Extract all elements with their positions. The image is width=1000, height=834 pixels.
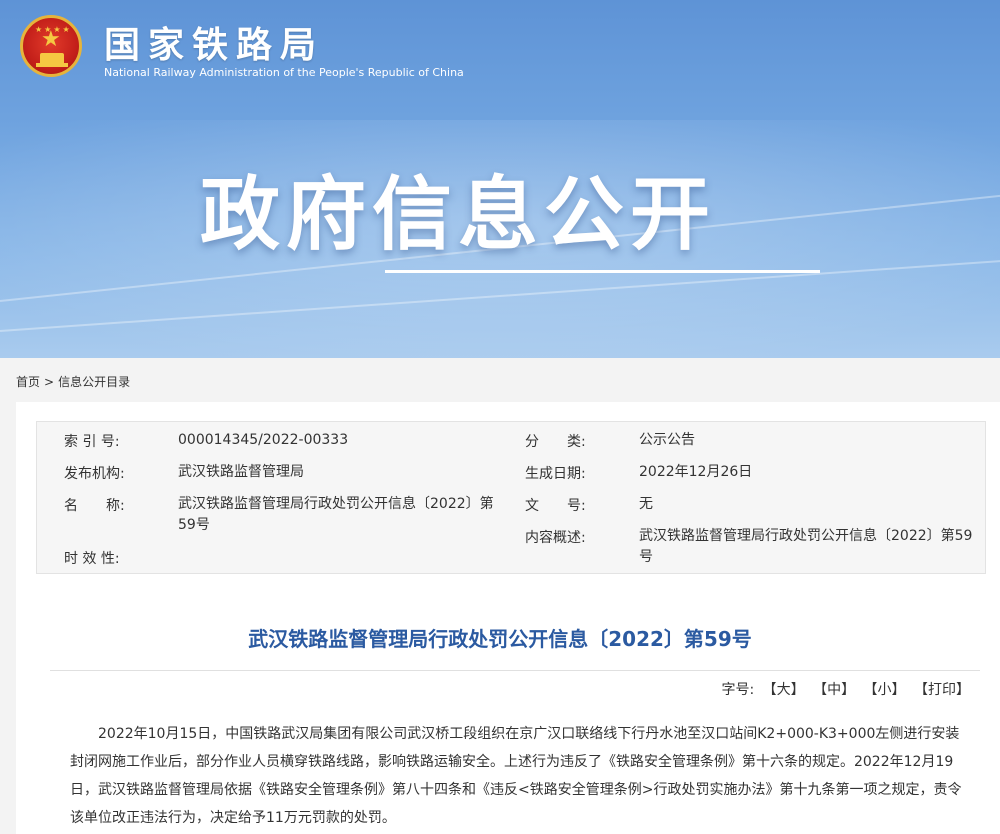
font-size-toolbar: 字号: 【大】 【中】 【小】 【打印】 [721,679,970,699]
meta-index-label: 索 引 号: [64,434,120,450]
breadcrumb: 首页 > 信息公开目录 [16,373,130,390]
print-button[interactable]: 【打印】 [914,679,970,699]
font-small-button[interactable]: 【小】 [864,679,906,699]
banner-title: 政府信息公开 [200,168,716,261]
meta-docno-label: 文 号: [525,498,586,514]
meta-category-label: 分 类: [525,434,586,450]
breadcrumb-home-link[interactable]: 首页 [16,373,40,390]
meta-date-value: 2022年12月26日 [639,464,753,480]
font-medium-button[interactable]: 【中】 [813,679,855,699]
meta-validity-label: 时 效 性: [64,551,120,567]
breadcrumb-current-link[interactable]: 信息公开目录 [58,373,130,390]
font-size-label: 字号: [721,682,755,698]
org-name[interactable]: 国家铁路局 [104,16,324,68]
font-large-button[interactable]: 【大】 [763,679,805,699]
header-banner: ★★★★ ★ 国家铁路局 National Railway Administra… [0,0,1000,358]
breadcrumb-separator: > [44,375,55,389]
meta-category-value: 公示公告 [639,432,695,448]
document-title: 武汉铁路监督管理局行政处罚公开信息〔2022〕第59号 [248,627,752,651]
meta-summary-value: 武汉铁路监督管理局行政处罚公开信息〔2022〕第59号 [639,528,973,565]
org-name-english: National Railway Administration of the P… [104,66,464,79]
title-divider [50,670,980,671]
meta-name-label: 名 称: [64,498,125,514]
emblem-gate-icon [40,53,64,63]
meta-docno-value: 无 [639,496,653,512]
article-body: 2022年10月15日，中国铁路武汉局集团有限公司武汉桥工段组织在京广汉口联络线… [70,726,962,826]
meta-publisher-label: 发布机构: [64,466,125,482]
national-emblem-icon[interactable]: ★★★★ ★ [20,15,82,77]
meta-summary-label: 内容概述: [525,530,586,546]
meta-publisher-value: 武汉铁路监督管理局 [178,464,304,480]
meta-name-value: 武汉铁路监督管理局行政处罚公开信息〔2022〕第59号 [178,496,494,533]
emblem-base [36,63,68,67]
document-meta-table: 索 引 号: 000014345/2022-00333 分 类: 公示公告 发布… [36,421,986,574]
meta-index-value: 000014345/2022-00333 [178,432,349,448]
meta-date-label: 生成日期: [525,466,586,482]
emblem-star-icon: ★ [41,27,61,52]
banner-underline [385,270,820,273]
